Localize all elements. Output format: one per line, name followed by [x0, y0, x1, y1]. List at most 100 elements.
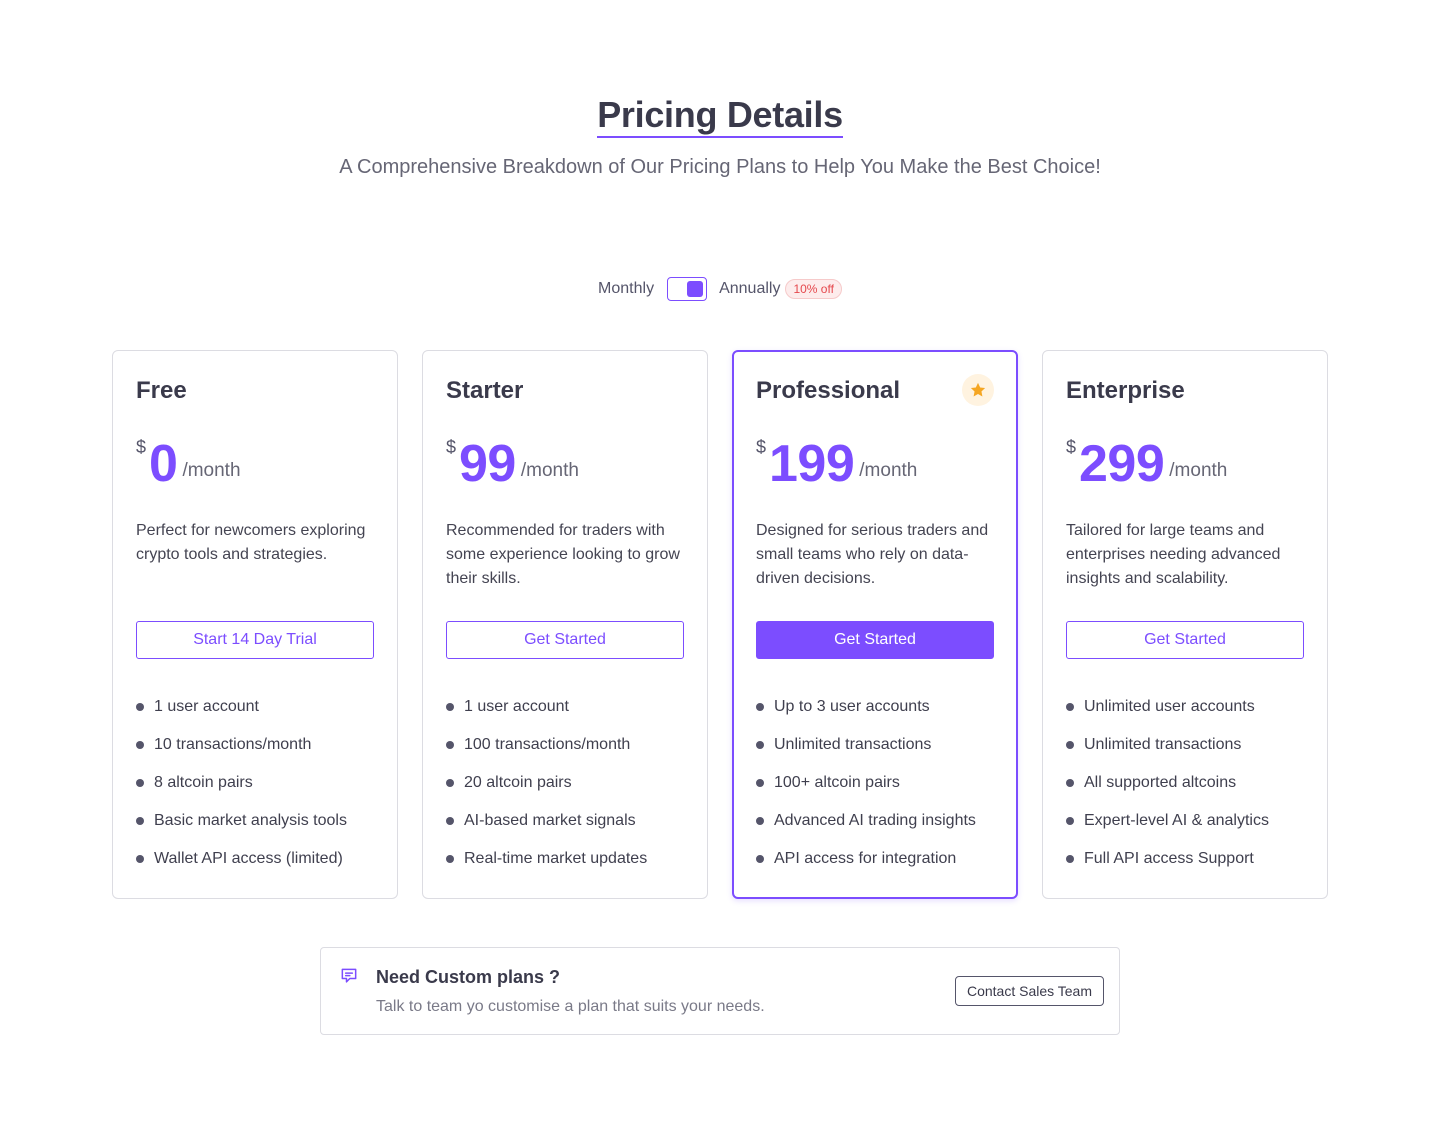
bullet-icon: [1066, 855, 1074, 863]
feature-list: 1 user account 10 transactions/month 8 a…: [136, 696, 347, 886]
price-amount: 199: [769, 435, 855, 493]
plan-card-free: Free $ 0 /month Perfect for newcomers ex…: [112, 350, 398, 899]
plan-description: Designed for serious traders and small t…: [756, 522, 989, 587]
feature-item: Full API access Support: [1066, 848, 1269, 886]
price-period: /month: [182, 460, 241, 481]
plan-card-enterprise: Enterprise $ 299 /month Tailored for lar…: [1042, 350, 1328, 899]
feature-text: 100 transactions/month: [464, 736, 631, 753]
plan-description: Perfect for newcomers exploring crypto t…: [136, 522, 366, 563]
feature-text: Unlimited transactions: [1084, 736, 1242, 753]
bullet-icon: [1066, 779, 1074, 787]
get-started-button[interactable]: Get Started: [756, 621, 994, 659]
bullet-icon: [446, 855, 454, 863]
plan-name: Starter: [446, 377, 524, 404]
feature-item: 8 altcoin pairs: [136, 772, 347, 810]
feature-item: AI-based market signals: [446, 810, 647, 848]
bullet-icon: [446, 741, 454, 749]
plan-card-starter: Starter $ 99 /month Recommended for trad…: [422, 350, 708, 899]
price-period: /month: [520, 460, 579, 481]
feature-item: 1 user account: [446, 696, 647, 734]
bullet-icon: [756, 855, 764, 863]
feature-list: Up to 3 user accounts Unlimited transact…: [756, 696, 976, 886]
discount-badge: 10% off: [785, 279, 842, 299]
plan-card-professional: Professional $ 199 /month Designed for s…: [732, 350, 1018, 899]
bullet-icon: [756, 703, 764, 711]
bullet-icon: [1066, 817, 1074, 825]
bullet-icon: [1066, 741, 1074, 749]
feature-item: Unlimited transactions: [1066, 734, 1269, 772]
bullet-icon: [136, 703, 144, 711]
feature-item: 100+ altcoin pairs: [756, 772, 976, 810]
plan-name: Professional: [756, 377, 901, 404]
bullet-icon: [756, 817, 764, 825]
billing-toggle-row: Monthly Annually 10% off: [0, 277, 1440, 301]
feature-item: All supported altcoins: [1066, 772, 1269, 810]
get-started-button[interactable]: Get Started: [1066, 621, 1304, 659]
feature-text: 20 altcoin pairs: [464, 774, 572, 791]
chat-icon: [339, 966, 359, 991]
feature-text: Real-time market updates: [464, 850, 648, 867]
plan-name: Free: [136, 377, 187, 404]
feature-text: Expert-level AI & analytics: [1084, 812, 1269, 829]
feature-text: Wallet API access (limited): [154, 850, 343, 867]
feature-text: 1 user account: [464, 698, 569, 715]
feature-item: Unlimited user accounts: [1066, 696, 1269, 734]
price-period: /month: [1169, 460, 1228, 481]
feature-text: Unlimited user accounts: [1084, 698, 1255, 715]
page-subtitle: A Comprehensive Breakdown of Our Pricing…: [339, 156, 1101, 178]
bullet-icon: [136, 741, 144, 749]
feature-list: 1 user account 100 transactions/month 20…: [446, 696, 647, 886]
toggle-knob: [687, 281, 704, 297]
plan-name: Enterprise: [1066, 377, 1185, 404]
bullet-icon: [756, 741, 764, 749]
feature-item: API access for integration: [756, 848, 976, 886]
bullet-icon: [446, 817, 454, 825]
header: Pricing Details: [0, 95, 1440, 138]
feature-text: Unlimited transactions: [774, 736, 932, 753]
bullet-icon: [136, 817, 144, 825]
feature-item: Wallet API access (limited): [136, 848, 347, 886]
custom-plan-title: Need Custom plans ?: [376, 967, 561, 987]
billing-period-toggle[interactable]: [667, 277, 708, 301]
feature-item: Unlimited transactions: [756, 734, 976, 772]
bullet-icon: [136, 779, 144, 787]
price-amount: 299: [1079, 435, 1165, 493]
currency-symbol: $: [136, 437, 147, 457]
plan-description: Recommended for traders with some experi…: [446, 522, 680, 587]
feature-text: 1 user account: [154, 698, 259, 715]
get-started-button[interactable]: Get Started: [446, 621, 684, 659]
monthly-label[interactable]: Monthly: [598, 280, 654, 298]
feature-text: 8 altcoin pairs: [154, 774, 253, 791]
feature-text: All supported altcoins: [1084, 774, 1237, 791]
annually-label[interactable]: Annually: [719, 280, 780, 298]
feature-text: AI-based market signals: [464, 812, 636, 829]
custom-plan-banner: Need Custom plans ? Talk to team yo cust…: [320, 947, 1120, 1035]
bullet-icon: [756, 779, 764, 787]
plan-price: $ 99 /month: [446, 434, 579, 494]
start-trial-button[interactable]: Start 14 Day Trial: [136, 621, 374, 659]
currency-symbol: $: [1066, 437, 1077, 457]
feature-text: Up to 3 user accounts: [774, 698, 930, 715]
feature-item: Up to 3 user accounts: [756, 696, 976, 734]
feature-text: 10 transactions/month: [154, 736, 312, 753]
bullet-icon: [1066, 703, 1074, 711]
price-amount: 0: [149, 435, 178, 493]
feature-item: Advanced AI trading insights: [756, 810, 976, 848]
plan-price: $ 199 /month: [756, 434, 917, 494]
bullet-icon: [136, 855, 144, 863]
contact-sales-button[interactable]: Contact Sales Team: [954, 976, 1104, 1006]
feature-item: 100 transactions/month: [446, 734, 647, 772]
plan-description: Tailored for large teams and enterprises…: [1066, 522, 1281, 587]
bullet-icon: [446, 779, 454, 787]
feature-text: Full API access Support: [1084, 850, 1254, 867]
price-amount: 99: [459, 435, 516, 493]
feature-text: Basic market analysis tools: [154, 812, 347, 829]
feature-item: Basic market analysis tools: [136, 810, 347, 848]
feature-list: Unlimited user accounts Unlimited transa…: [1066, 696, 1269, 886]
star-icon: [962, 374, 994, 406]
currency-symbol: $: [446, 437, 457, 457]
page-title: Pricing Details: [597, 95, 843, 138]
feature-text: Advanced AI trading insights: [774, 812, 976, 829]
feature-item: 20 altcoin pairs: [446, 772, 647, 810]
price-period: /month: [859, 460, 918, 481]
